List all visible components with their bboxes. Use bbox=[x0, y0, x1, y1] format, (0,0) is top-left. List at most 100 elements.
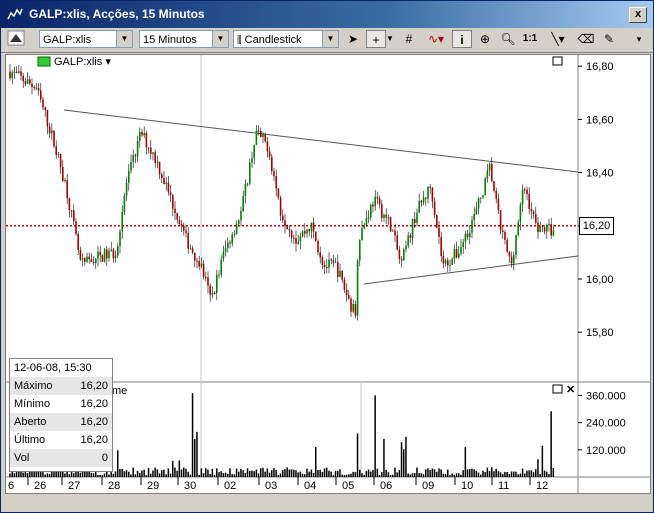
candle-body bbox=[110, 249, 112, 251]
candle-body bbox=[370, 204, 372, 218]
candle-body bbox=[427, 186, 429, 199]
candle-body bbox=[356, 260, 359, 316]
volume-bar bbox=[394, 467, 396, 477]
volume-bar bbox=[273, 468, 275, 477]
volume-bar bbox=[477, 472, 480, 477]
volume-bar bbox=[103, 473, 106, 477]
volume-bar bbox=[392, 474, 394, 477]
candle-body bbox=[550, 224, 552, 236]
volume-bar bbox=[86, 471, 88, 477]
crosshair-tool-icon[interactable]: + bbox=[366, 30, 386, 48]
candle-body bbox=[79, 250, 82, 260]
volume-bar bbox=[224, 472, 227, 477]
candle-body bbox=[425, 197, 427, 199]
volume-bar bbox=[169, 473, 172, 477]
candle-body bbox=[81, 258, 84, 260]
candle-body bbox=[123, 195, 126, 213]
volume-tick-label: 360.000 bbox=[586, 390, 626, 402]
volume-bar bbox=[200, 468, 203, 477]
date-tick-label: 06 bbox=[380, 480, 392, 492]
overflow-icon[interactable]: ▾ bbox=[629, 30, 649, 48]
candle-body bbox=[409, 235, 412, 238]
volume-bar bbox=[332, 475, 335, 477]
eraser-icon[interactable]: ⌫ bbox=[576, 30, 596, 48]
volume-bar bbox=[46, 473, 49, 477]
volume-bar bbox=[299, 471, 302, 477]
candle-body bbox=[229, 242, 231, 244]
volume-bar bbox=[418, 473, 420, 477]
zoom-icon[interactable]: 🔍︎ bbox=[498, 30, 518, 48]
candle-body bbox=[453, 249, 456, 259]
candle-body bbox=[15, 71, 18, 73]
candle-body bbox=[548, 224, 550, 226]
volume-bar bbox=[378, 475, 381, 477]
date-tick-label: 05 bbox=[342, 480, 354, 492]
candle-body bbox=[403, 249, 405, 261]
volume-bar bbox=[466, 469, 469, 477]
volume-bar bbox=[361, 473, 363, 477]
draw-icon[interactable]: ✎ bbox=[599, 30, 619, 48]
candle-body bbox=[275, 176, 277, 189]
candle-body bbox=[130, 162, 132, 171]
grid-icon[interactable]: # bbox=[399, 30, 419, 48]
candle-body bbox=[396, 235, 398, 250]
pointer-tool-icon[interactable]: ➤ bbox=[343, 30, 363, 48]
candle-body bbox=[328, 259, 330, 268]
interval-select[interactable]: 15 Minutos ▼ bbox=[139, 30, 229, 48]
volume-bar bbox=[227, 473, 229, 477]
candle-body bbox=[183, 225, 185, 231]
volume-bar bbox=[334, 470, 337, 477]
candle-body bbox=[31, 83, 33, 88]
candle-body bbox=[200, 263, 203, 267]
indicator-icon[interactable]: ∿▾ bbox=[423, 30, 449, 48]
volume-bar bbox=[304, 474, 306, 477]
volume-bar bbox=[136, 470, 139, 477]
candle-body bbox=[502, 230, 504, 232]
volume-bar bbox=[411, 473, 414, 477]
title-bar[interactable]: GALP:xlis, Acções, 15 Minutos x bbox=[1, 1, 653, 28]
volume-bar bbox=[114, 471, 117, 477]
add-study-icon[interactable]: ⊕ bbox=[475, 30, 495, 48]
candle-body bbox=[108, 250, 110, 259]
volume-bar bbox=[420, 473, 423, 477]
candle-body bbox=[517, 222, 519, 236]
candle-body bbox=[35, 87, 38, 89]
candle-body bbox=[504, 231, 506, 240]
candle-body bbox=[367, 217, 370, 219]
volume-bar bbox=[488, 471, 491, 477]
volume-bar bbox=[464, 446, 467, 477]
volume-bar bbox=[187, 471, 189, 477]
chart-type-select[interactable]: ⫼ Candlestick ▼ bbox=[233, 30, 339, 48]
volume-bar bbox=[130, 474, 132, 477]
chart-icon[interactable] bbox=[7, 30, 27, 48]
line-tool-icon[interactable]: ╲▾ bbox=[544, 30, 572, 48]
candle-body bbox=[260, 130, 262, 138]
volume-bar bbox=[183, 467, 185, 477]
info-icon[interactable]: i bbox=[452, 30, 472, 48]
close-button[interactable]: x bbox=[629, 7, 647, 23]
volume-bar bbox=[196, 431, 198, 477]
candle-body bbox=[528, 193, 530, 209]
candle-body bbox=[139, 132, 141, 141]
candle-body bbox=[429, 186, 431, 188]
candle-body bbox=[491, 163, 493, 182]
volume-bar bbox=[178, 460, 181, 477]
volume-bar bbox=[315, 447, 317, 477]
candle-body bbox=[211, 293, 214, 295]
candle-body bbox=[301, 231, 304, 237]
candle-body bbox=[147, 147, 150, 149]
candle-body bbox=[323, 265, 326, 267]
chevron-down-icon: ▼ bbox=[322, 31, 338, 47]
symbol-select[interactable]: GALP:xlis ▼ bbox=[39, 30, 133, 48]
candle-body bbox=[345, 289, 348, 295]
volume-bar bbox=[499, 472, 502, 477]
candle-body bbox=[541, 226, 544, 228]
candle-body bbox=[103, 249, 106, 262]
candle-body bbox=[134, 155, 137, 157]
candle-body bbox=[246, 183, 249, 185]
candle-body bbox=[176, 213, 178, 220]
chevron-down-icon[interactable]: ▼ bbox=[385, 30, 395, 48]
zoom-reset-button[interactable]: 1:1 bbox=[520, 30, 540, 48]
volume-bar bbox=[363, 474, 365, 477]
volume-bar bbox=[372, 470, 374, 477]
